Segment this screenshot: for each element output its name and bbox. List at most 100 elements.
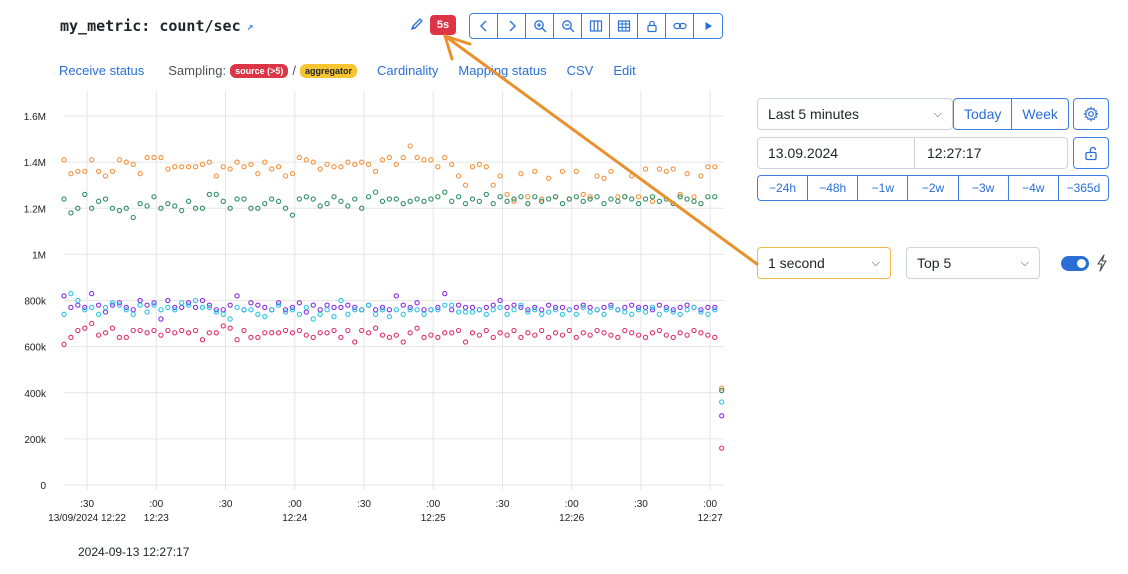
data-point [234,304,240,311]
data-point [435,194,441,200]
data-point [248,307,254,313]
data-point [82,168,88,174]
data-point [68,171,74,177]
data-point [698,200,704,207]
next-button[interactable] [498,14,526,38]
data-point [573,168,579,174]
week-button[interactable]: Week [1012,99,1068,129]
data-point [372,311,379,317]
data-point [455,194,462,200]
data-point [635,194,642,200]
live-toggle[interactable] [1061,256,1089,271]
data-point [705,304,711,311]
data-point [220,311,226,317]
shift-365d-button[interactable]: −365d [1059,176,1108,200]
data-point [684,307,690,313]
data-point [698,330,704,336]
data-point [165,200,171,207]
receive-status-link[interactable]: Receive status [59,63,144,78]
date-input[interactable]: 13.09.2024 [757,137,915,169]
data-point [68,334,74,341]
data-point [421,157,427,163]
link-button[interactable] [666,14,694,38]
data-point [449,161,455,168]
columns-button[interactable] [582,14,610,38]
table-button[interactable] [610,14,638,38]
data-point [296,196,303,202]
data-point [642,309,649,315]
zoom-in-button[interactable] [526,14,554,38]
data-point [262,330,268,336]
data-point [601,200,607,207]
shift-3w-button[interactable]: −3w [959,176,1009,200]
shift-48h-button[interactable]: −48h [808,176,859,200]
data-point [705,194,711,200]
interval-select[interactable]: 1 second ⌵ [757,247,891,279]
x-tick-label: :30 [219,499,233,510]
x-tick-sublabel: 12:25 [421,513,446,524]
data-point [442,154,448,161]
data-point [61,341,67,347]
pencil-icon[interactable] [409,16,425,32]
data-point [324,302,330,308]
zoom-out-button[interactable] [554,14,582,38]
data-point [490,182,496,188]
data-point [102,173,109,179]
data-point [185,198,192,204]
shift-1w-button[interactable]: −1w [858,176,909,200]
lock-button[interactable] [638,14,666,38]
data-point [89,290,95,297]
today-button[interactable]: Today [954,99,1013,129]
top-n-select[interactable]: Top 5 ⌵ [906,247,1040,279]
data-point [629,302,635,308]
data-point [615,334,621,341]
data-point [532,168,538,174]
data-point [608,168,614,174]
data-point [75,302,81,308]
data-point [372,325,379,331]
data-point [61,157,67,163]
edit-link[interactable]: Edit [613,63,635,78]
data-point [649,330,656,336]
data-point [165,166,171,172]
x-tick-sublabel: 12:26 [559,513,584,524]
data-point [573,334,579,341]
y-tick-label: 1.4M [24,158,46,169]
data-point [296,327,303,334]
data-point [179,304,185,311]
shift-4w-button[interactable]: −4w [1009,176,1059,200]
data-point [192,304,199,311]
data-point [684,196,690,202]
data-point [504,311,510,317]
metric-chart[interactable]: 0 200k 400k 600k 800k 1M 1.2M 1.4M 1.6M:30 13/09/… [0,85,730,535]
data-point [573,304,579,311]
data-point [89,157,95,163]
prev-button[interactable] [470,14,498,38]
lightning-icon [1097,254,1107,272]
live-interval-badge[interactable]: 5s [430,15,456,35]
unlock-button[interactable] [1073,137,1109,169]
data-point [580,191,586,198]
shift-24h-button[interactable]: −24h [758,176,809,200]
data-point [324,200,330,207]
mapping-status-link[interactable]: Mapping status [458,63,546,78]
data-point [594,307,600,313]
play-button[interactable] [694,14,722,38]
csv-link[interactable]: CSV [567,63,594,78]
time-input[interactable]: 12:27:17 [914,137,1068,169]
data-point [95,302,102,308]
data-point [455,302,462,308]
data-point [545,175,552,181]
cardinality-link[interactable]: Cardinality [377,63,438,78]
shift-2w-button[interactable]: −2w [908,176,959,200]
data-point [220,323,226,329]
table-icon [617,20,630,32]
data-point [234,337,240,343]
settings-button[interactable] [1073,98,1109,130]
data-point [137,200,143,207]
data-point [68,290,74,297]
data-point [476,161,483,168]
external-link-icon[interactable]: ↗ [247,20,254,33]
metric-title: my_metric: count/sec ↗ [60,17,253,35]
time-range-select[interactable]: Last 5 minutes ⌵ [757,98,953,130]
